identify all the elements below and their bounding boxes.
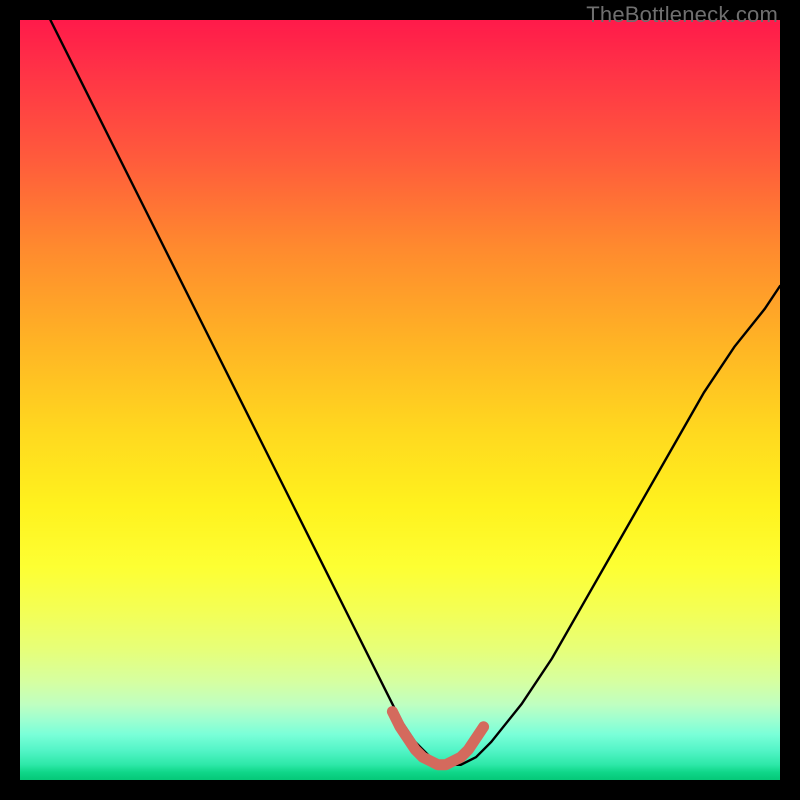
bottleneck-curve (50, 20, 780, 765)
optimal-zone-highlight (392, 712, 483, 765)
watermark-text: TheBottleneck.com (586, 2, 778, 28)
chart-frame: TheBottleneck.com (0, 0, 800, 800)
curve-layer (20, 20, 780, 780)
plot-area (20, 20, 780, 780)
